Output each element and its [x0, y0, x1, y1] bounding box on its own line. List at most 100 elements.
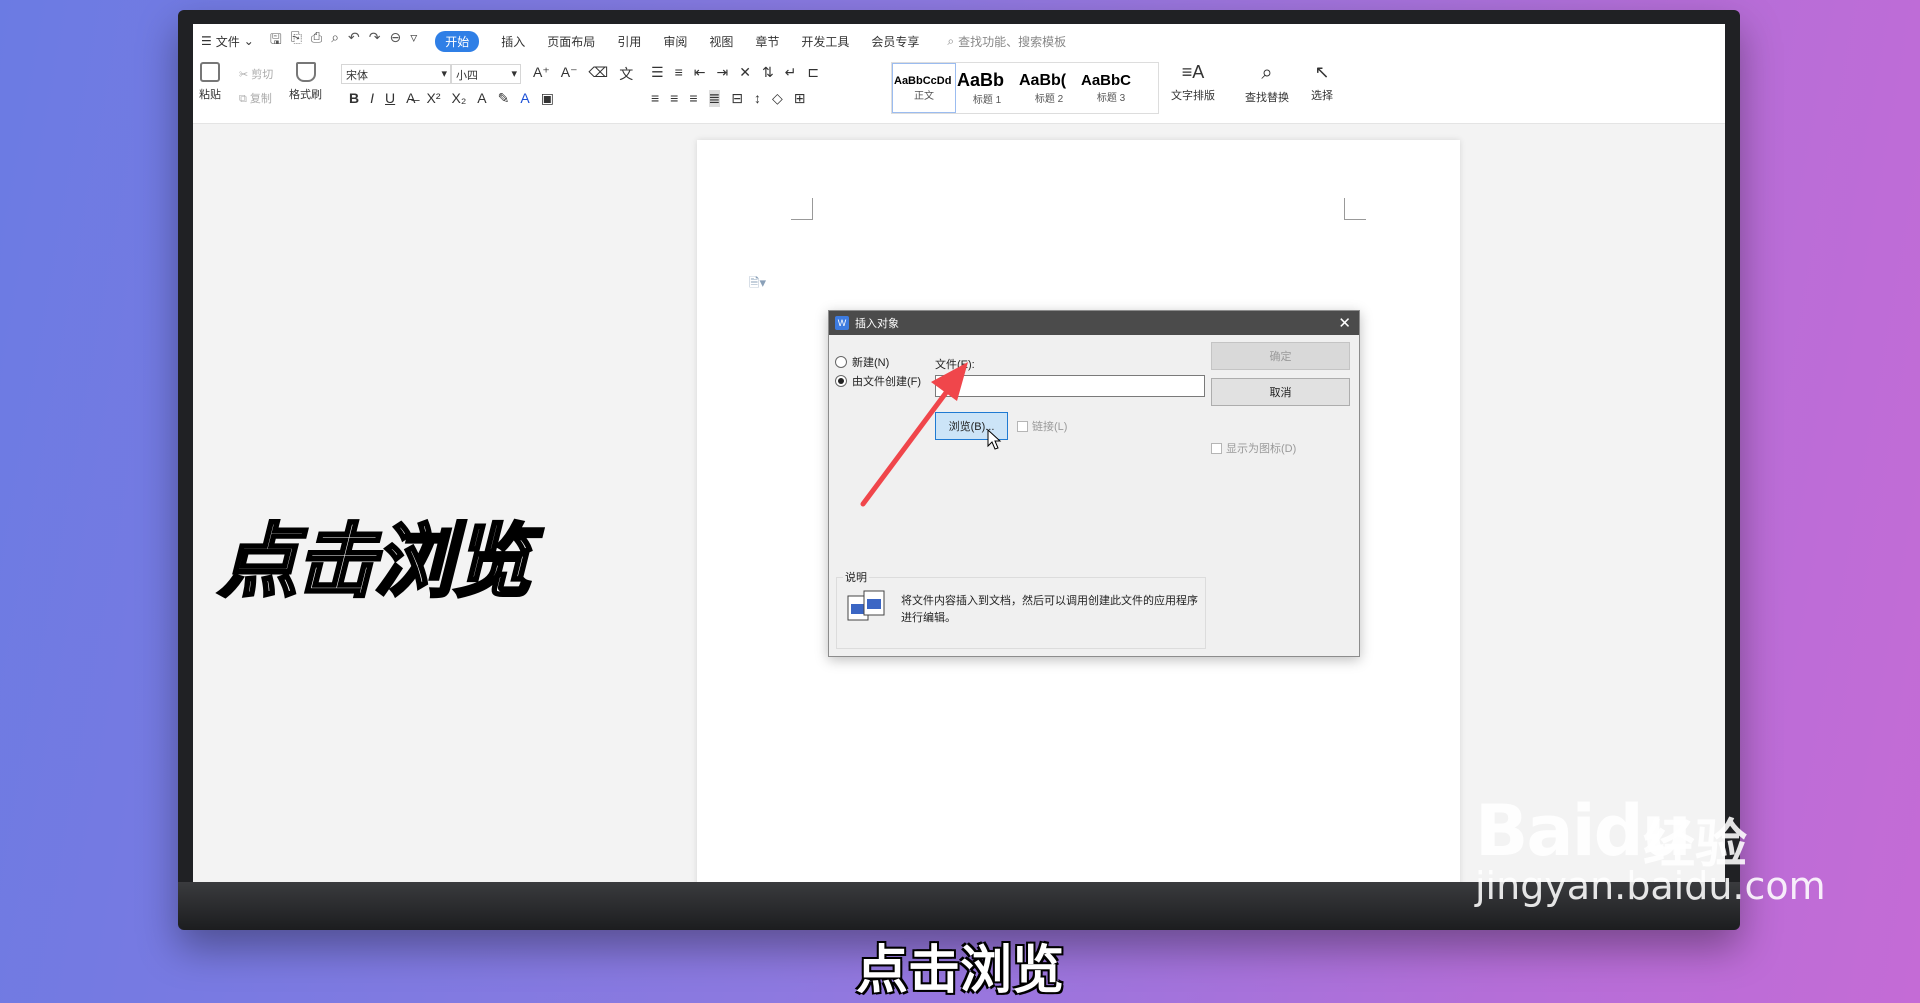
shading-icon[interactable]: ◇	[772, 90, 783, 107]
display-as-icon-box[interactable]	[1211, 442, 1222, 454]
link-checkbox-box[interactable]	[1017, 420, 1028, 432]
find-replace-button[interactable]: ⌕ 查找替换	[1245, 62, 1289, 105]
margin-mark-right	[1344, 198, 1366, 220]
undo-icon[interactable]: ↶	[348, 29, 360, 53]
search-icon: ⌕	[947, 33, 955, 48]
export-pdf-icon[interactable]: ⎘	[291, 29, 302, 53]
superscript-icon[interactable]: X²	[426, 90, 440, 107]
quick-access-toolbar: 🖫 ⎘ ⎙ ⌕ ↶ ↷ ⊖ ▿	[270, 29, 417, 53]
align-left-icon[interactable]: ≡	[651, 90, 659, 107]
text-layout-icon: ≡A	[1181, 62, 1205, 82]
document-object-icon	[847, 590, 885, 621]
numbered-list-icon[interactable]: ≡	[675, 64, 683, 81]
phonetic-icon[interactable]: 文	[619, 64, 633, 84]
menu-icon: ☰	[201, 34, 212, 48]
align-center-icon[interactable]: ≡	[670, 90, 678, 107]
app-window: ☰ 文件 ⌄ 🖫 ⎘ ⎙ ⌕ ↶ ↷ ⊖ ▿ 开始 插入 页面布局 引用 审阅 视图 章节 开发工…	[193, 24, 1725, 882]
display-as-icon-checkbox[interactable]: 显示为图标(D)	[1211, 440, 1296, 456]
copy-button[interactable]: ⧉ 复制	[239, 90, 272, 106]
tab-section[interactable]: 章节	[755, 33, 779, 50]
style-heading-1[interactable]: AaBb 标题 1	[956, 63, 1018, 113]
ok-button[interactable]: 确定	[1211, 342, 1350, 370]
bullet-list-icon[interactable]: ☰	[651, 64, 664, 81]
brush-icon	[295, 62, 316, 82]
borders-icon[interactable]: ⊞	[794, 90, 806, 107]
font-color-icon[interactable]: A	[520, 90, 529, 107]
save-icon[interactable]: 🖫	[270, 29, 282, 53]
text-effect-icon[interactable]: A	[477, 90, 486, 107]
ribbon-tools: 粘贴 ✂ 剪切 ⧉ 复制 格式刷 宋体 ▾ 小四 ▾ A⁺ A⁻ ⌫ 文 B I U A̶ X² X…	[193, 60, 1725, 120]
text-layout-button[interactable]: ≡A 文字排版	[1171, 62, 1215, 103]
paragraph-handle-icon[interactable]: 🗎▾	[749, 274, 766, 296]
show-marks-icon[interactable]: ↵	[785, 64, 797, 81]
eraser-icon[interactable]: ⌫	[588, 64, 608, 84]
tab-page-layout[interactable]: 页面布局	[547, 33, 595, 50]
shrink-font-icon[interactable]: A⁻	[561, 64, 578, 84]
underline-icon[interactable]: U	[385, 90, 395, 107]
style-heading-3[interactable]: AaBbC 标题 3	[1080, 63, 1142, 113]
description-group: 说明 将文件内容插入到文档，然后可以调用创建此文件的应用程序进行编辑。	[836, 569, 1206, 649]
style-normal[interactable]: AaBbCcDd 正文	[892, 63, 956, 113]
tab-insert[interactable]: 插入	[501, 33, 525, 50]
cancel-button[interactable]: 取消	[1211, 378, 1350, 406]
link-checkbox[interactable]: 链接(L)	[1017, 418, 1067, 434]
increase-indent-icon[interactable]: ⇥	[716, 64, 728, 81]
sort-icon[interactable]: ⇅	[762, 64, 774, 81]
paste-icon	[200, 62, 220, 82]
paste-button[interactable]: 粘贴	[199, 62, 221, 102]
cut-button[interactable]: ✂ 剪切	[239, 66, 273, 82]
chevron-down-icon: ▾	[511, 68, 517, 80]
scissors-icon: ✂	[239, 69, 249, 81]
highlight-icon[interactable]: ✎	[498, 90, 510, 107]
tab-developer[interactable]: 开发工具	[801, 33, 849, 50]
select-button[interactable]: ↖ 选择	[1311, 62, 1333, 103]
close-icon[interactable]: ✕	[1338, 314, 1351, 332]
tab-home[interactable]: 开始	[435, 30, 480, 52]
font-name-select[interactable]: 宋体 ▾	[341, 64, 451, 84]
paragraph-tools-bottom: ≡ ≡ ≡ ≣ ⊟ ↕ ◇ ⊞	[651, 90, 806, 107]
caption-subtitle: 点击浏览	[855, 941, 1064, 1001]
style-gallery: AaBbCcDd 正文 AaBb 标题 1 AaBb(标题 2 AaBbC 标题 3	[891, 62, 1159, 114]
margin-mark-left	[791, 198, 813, 220]
cursor-icon: ↖	[1314, 62, 1330, 82]
tab-member[interactable]: 会员专享	[871, 33, 919, 50]
red-arrow-annotation	[860, 362, 968, 507]
copy-icon: ⧉	[239, 93, 247, 105]
file-menu[interactable]: ☰ 文件 ⌄	[201, 33, 254, 50]
italic-icon[interactable]: I	[370, 90, 374, 107]
strikethrough-icon[interactable]: A̶	[406, 90, 415, 107]
decrease-indent-icon[interactable]: ⇤	[694, 64, 706, 81]
tab-stop-icon[interactable]: ⊏	[807, 64, 819, 81]
tab-references[interactable]: 引用	[617, 33, 641, 50]
print-icon[interactable]: ⎙	[311, 29, 322, 53]
align-right-icon[interactable]: ≡	[689, 90, 697, 107]
justify-icon[interactable]: ≣	[708, 90, 721, 107]
subscript-icon[interactable]: X₂	[451, 90, 466, 107]
grow-font-icon[interactable]: A⁺	[533, 64, 550, 84]
line-spacing-icon[interactable]: ↕	[754, 90, 761, 107]
tab-view[interactable]: 视图	[709, 33, 733, 50]
distribute-icon[interactable]: ⊟	[731, 90, 743, 107]
redo-icon[interactable]: ↷	[369, 29, 381, 53]
char-border-icon[interactable]: ▣	[541, 90, 554, 107]
print-preview-icon[interactable]: ⌕	[331, 29, 339, 53]
style-heading-2[interactable]: AaBb(标题 2	[1018, 63, 1080, 113]
chevron-down-icon: ▾	[441, 68, 447, 80]
ribbon-search[interactable]: ⌕ 查找功能、搜索模板	[947, 33, 1066, 50]
bold-icon[interactable]: B	[349, 90, 359, 107]
chevron-down-icon: ⌄	[243, 34, 254, 48]
chinese-layout-icon[interactable]: ✕	[739, 64, 751, 81]
overlay-title: 点击浏览	[217, 514, 534, 610]
font-size-select[interactable]: 小四 ▾	[451, 64, 521, 84]
magnifier-icon: ⌕	[1261, 62, 1273, 84]
font-size-tools: A⁺ A⁻ ⌫ 文	[533, 64, 633, 84]
ribbon-tabs: ☰ 文件 ⌄ 🖫 ⎘ ⎙ ⌕ ↶ ↷ ⊖ ▿ 开始 插入 页面布局 引用 审阅 视图 章节 开发工…	[193, 24, 1725, 58]
paragraph-tools-top: ☰ ≡ ⇤ ⇥ ✕ ⇅ ↵ ⊏	[651, 64, 819, 81]
baidu-watermark: Baidu 经验 jingyan.baidu.com	[1475, 790, 1826, 908]
format-painter-button[interactable]: 格式刷	[289, 62, 322, 102]
tab-review[interactable]: 审阅	[663, 33, 687, 50]
ribbon: ☰ 文件 ⌄ 🖫 ⎘ ⎙ ⌕ ↶ ↷ ⊖ ▿ 开始 插入 页面布局 引用 审阅 视图 章节 开发工…	[193, 24, 1725, 124]
customize-icon[interactable]: ▿	[410, 29, 417, 53]
clear-format-icon[interactable]: ⊖	[390, 29, 402, 53]
font-format-tools: B I U A̶ X² X₂ A ✎ A ▣	[349, 90, 554, 107]
